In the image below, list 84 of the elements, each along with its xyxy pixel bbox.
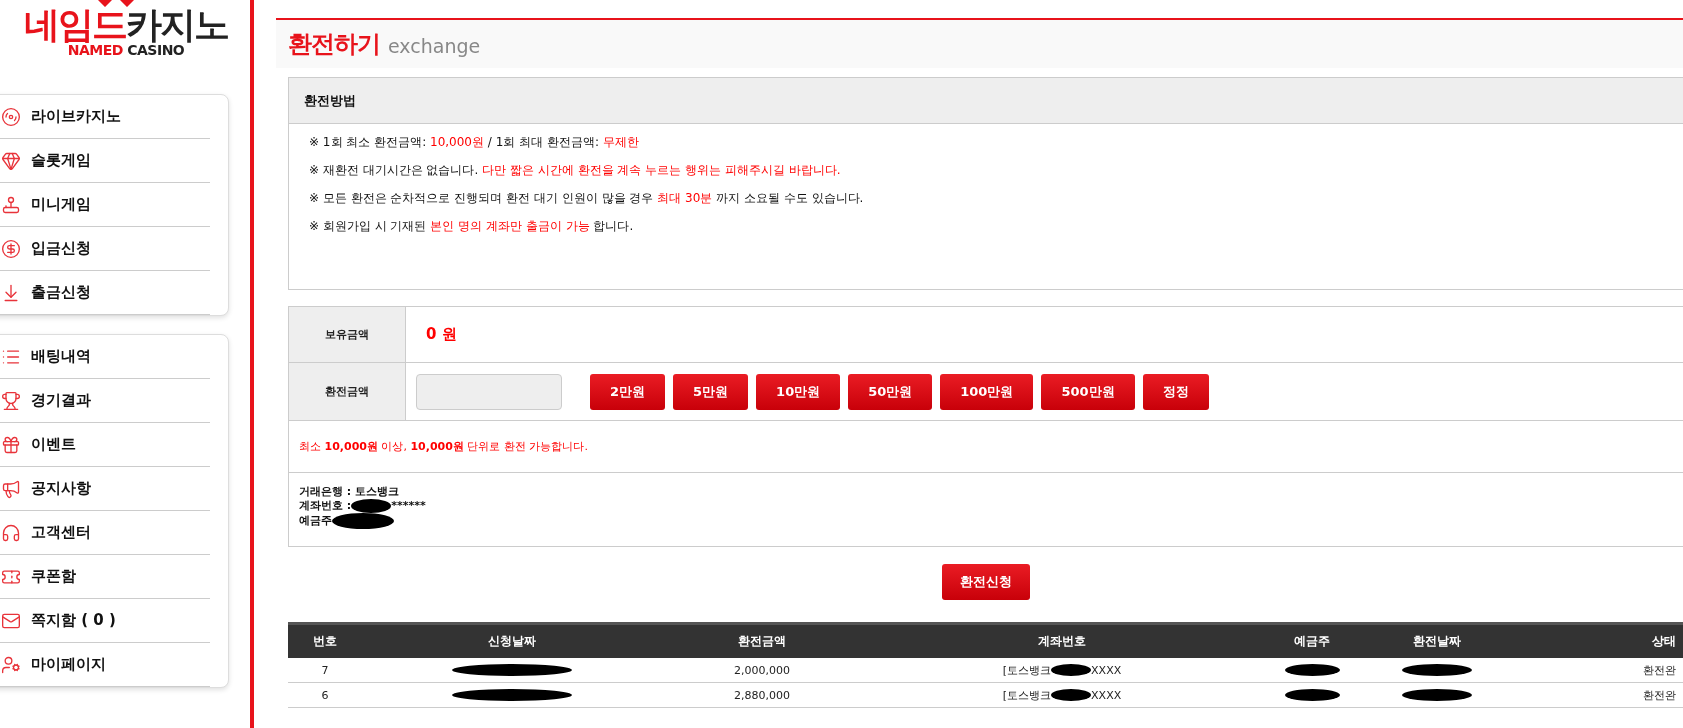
logo-subtitle: NAMED CASINO [67,42,185,58]
redaction-mark [1284,689,1340,701]
panel-title: 환전방법 [304,91,356,110]
menu-label: 미니게임 [31,195,91,214]
submit-button[interactable]: 환전신청 [941,564,1030,600]
amount-button[interactable]: 10만원 [756,373,841,410]
menu-label: 쪽지함 ( 0 ) [31,611,116,630]
menu-label: 배팅내역 [31,347,91,366]
menu-item[interactable]: 슬롯게임 [0,139,210,183]
note-text: ※ 재환전 대기시간은 없습니다. 다만 짧은 시간에 환전을 계속 누르는 행위는 피해주시길 바랍니다. [309,162,842,179]
headphones-icon [1,522,21,543]
redaction-mark [1051,689,1092,701]
table-cell: 환전완 [1643,662,1676,678]
account-label: 계좌번호 : [299,499,352,513]
table-cell: 환전완 [1643,687,1676,703]
menu-item[interactable]: 라이브카지노 [0,95,210,139]
menu-label: 공지사항 [31,479,91,498]
menu-label: 경기결과 [31,391,91,410]
column-header: 신청날짜 [487,633,537,650]
menu-item[interactable]: 경기결과 [0,379,210,423]
menu-item[interactable]: 쪽지함 ( 0 ) [0,599,210,643]
user-gear-icon [1,654,21,675]
column-header: 환전금액 [737,633,787,650]
menu-item[interactable]: 마이페이지 [0,643,210,687]
menu-item[interactable]: 이벤트 [0,423,210,467]
account-text: ****** [391,499,426,513]
joystick-icon [1,194,21,215]
amount-button[interactable]: 100만원 [940,373,1034,410]
amount-button[interactable]: 2만원 [590,373,666,410]
bank-text: 거래은행 : 토스뱅크 [299,485,400,499]
amount-button[interactable]: 5만원 [673,373,749,410]
menu-item[interactable]: 공지사항 [0,467,210,511]
table-cell: XXXX [1091,663,1122,677]
menu-item[interactable]: 쿠폰함 [0,555,210,599]
holder-label: 예금주 [299,514,332,528]
amount-input-field[interactable] [416,373,562,410]
menu-label: 쿠폰함 [31,567,76,586]
megaphone-icon [1,478,21,499]
balance-value: 0 원 [425,325,457,344]
gift-icon [1,434,21,455]
table-cell: 2,000,000 [734,663,790,677]
menu-item[interactable]: 입금신청 [0,227,210,271]
page-subtitle: exchange [388,34,481,57]
table-cell: XXXX [1091,688,1122,702]
logo-text: 네임드카지노 [24,6,228,43]
chip-icon [1,106,21,127]
redaction-mark [1402,689,1472,701]
column-header: 환전날짜 [1412,633,1462,650]
menu-item[interactable]: 출금신청 [0,271,210,315]
page-title: 환전하기 [288,29,380,60]
column-header: 번호 [312,633,338,650]
menu-item[interactable]: 배팅내역 [0,335,210,379]
gem-icon [1,150,21,171]
menu-item[interactable]: 고객센터 [0,511,210,555]
table-cell: 6 [321,688,329,702]
menu-label: 입금신청 [31,239,91,258]
amount-button[interactable]: 정정 [1142,373,1209,410]
menu-label: 슬롯게임 [31,151,91,170]
column-header: 상태 [1651,633,1677,650]
redaction-mark [1284,664,1340,676]
amount-button[interactable]: 500만원 [1041,373,1135,410]
menu-label: 라이브카지노 [31,107,121,126]
amount-button[interactable]: 50만원 [848,373,933,410]
table-cell: [토스뱅크 [1002,687,1052,703]
note-text: ※ 모든 환전은 순차적으로 진행되며 환전 대기 인원이 많을 경우 최대 30분 까지 소요될 수도 있습니다. [309,190,865,207]
menu-label: 출금신청 [31,283,91,302]
table-cell: 7 [321,663,329,677]
notice-text: 최소 10,000원 이상, 10,000원 단위로 환전 가능합니다. [299,439,588,454]
table-cell: 2,880,000 [734,688,790,702]
note-text: ※ 1회 최소 환전금액: 10,000원 / 1회 최대 환전금액: 무제한 [309,134,640,151]
redaction-mark [1051,664,1092,676]
note-text: ※ 회원가입 시 기재된 본인 명의 계좌만 출금이 가능 합니다. [309,218,635,235]
trophy-icon [1,390,21,411]
field-label: 환전금액 [289,363,406,420]
redaction-mark [1402,664,1472,676]
menu-label: 이벤트 [31,435,76,454]
column-header: 계좌번호 [1037,633,1087,650]
dollar-coin-icon [1,238,21,259]
menu-item[interactable]: 미니게임 [0,183,210,227]
field-label: 보유금액 [289,307,406,362]
menu-label: 고객센터 [31,523,91,542]
menu-label: 마이페이지 [31,655,106,674]
column-header: 예금주 [1293,633,1331,650]
table-cell: [토스뱅크 [1002,662,1052,678]
